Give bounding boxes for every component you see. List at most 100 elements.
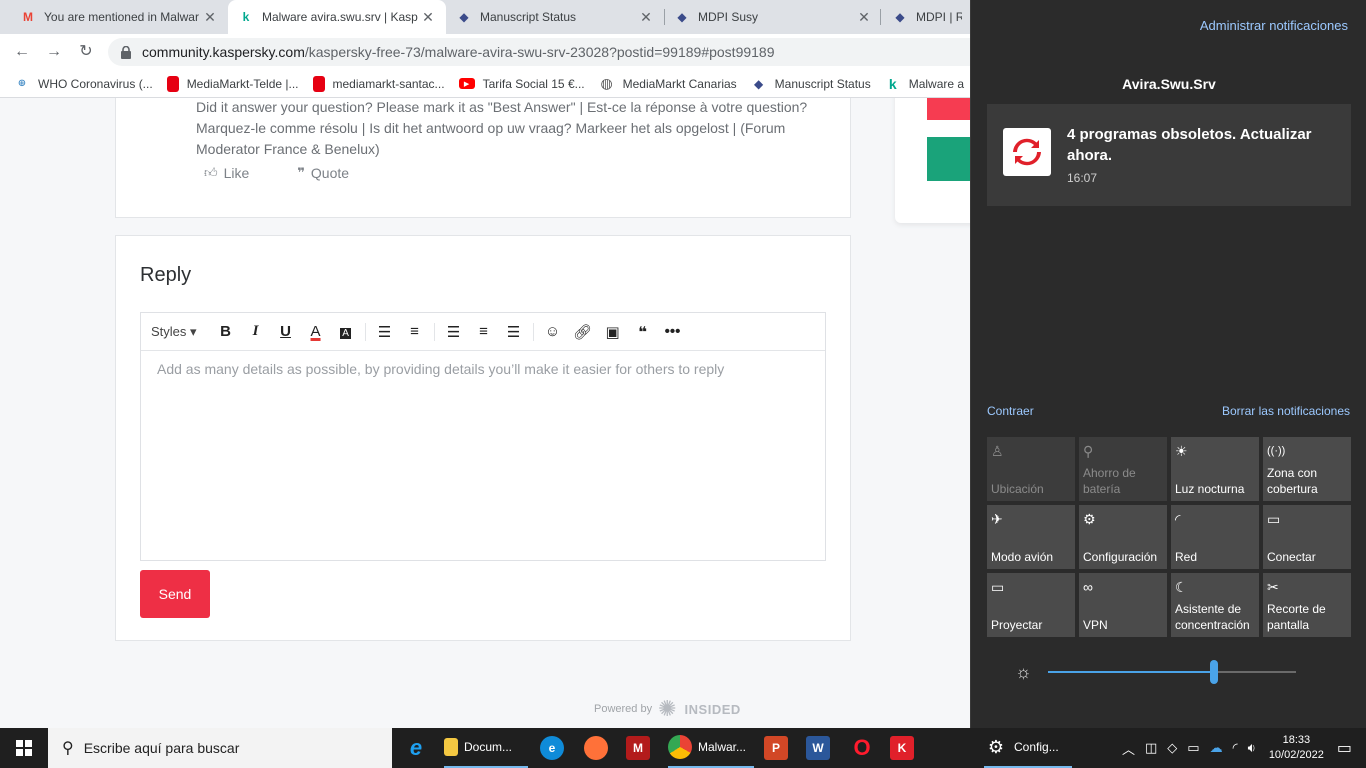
underline-icon[interactable]: U (271, 323, 301, 340)
align-center-icon[interactable]: ≡ (469, 323, 499, 340)
align-left-icon[interactable]: ☰ (439, 323, 469, 341)
bookmark-mediamarkt-telde[interactable]: MediaMarkt-Telde |... (166, 75, 299, 92)
gmail-icon: M (23, 10, 33, 24)
taskbar-edge[interactable]: e (540, 728, 570, 768)
reply-card: Reply Styles ▾ B I U A A ☰ ≡ ☰ ≡ ☰ ☺ 🔗︎ … (115, 235, 851, 641)
blockquote-icon[interactable]: ❝ (628, 323, 658, 341)
highlight-icon[interactable]: A (331, 323, 361, 340)
chevron-up-icon[interactable]: ︿ (1122, 739, 1135, 758)
tab-mdpi-rep[interactable]: ◆ MDPI | Rep (882, 0, 972, 34)
tab-gmail[interactable]: M You are mentioned in Malwar ✕ (10, 0, 228, 34)
taskbar-powerpoint[interactable]: P (764, 728, 794, 768)
forward-arrow-icon[interactable]: → (44, 42, 64, 62)
taskbar-firefox[interactable] (584, 728, 614, 768)
close-icon[interactable]: ✕ (856, 9, 872, 26)
quote-button[interactable]: ❞ Quote (297, 165, 349, 181)
styles-label: Styles (151, 323, 187, 339)
taskbar-internet-explorer[interactable]: e (404, 728, 434, 768)
quick-action-network[interactable]: ◜ Red (1171, 505, 1259, 569)
taskbar-file-explorer[interactable]: Docum... (444, 728, 528, 768)
system-tray: ︿ ◫ ◇ ▭ ☁ ◜ 🔉︎ 18:33 10/02/2022 ▭ (1117, 728, 1366, 768)
meet-now-icon[interactable]: ◫ (1145, 740, 1157, 756)
bookmark-mediamarkt-santa[interactable]: mediamarkt-santac... (312, 75, 445, 92)
mdpi-icon: ◆ (459, 10, 469, 24)
quick-action-focus-assist[interactable]: ☾ Asistente de concentración (1171, 573, 1259, 637)
taskbar-search[interactable]: ⚲ Escribe aquí para buscar (48, 728, 392, 768)
quick-action-connect[interactable]: ▭ Conectar (1263, 505, 1351, 569)
back-arrow-icon[interactable]: ← (12, 42, 32, 62)
system-clock[interactable]: 18:33 10/02/2022 (1269, 733, 1324, 763)
reply-textarea[interactable]: Add as many details as possible, by prov… (141, 351, 825, 387)
bookmark-label: MediaMarkt Canarias (622, 76, 737, 91)
bookmark-malware[interactable]: k Malware a (885, 76, 964, 92)
styles-dropdown[interactable]: Styles ▾ (151, 324, 197, 340)
bullet-list-icon[interactable]: ☰ (370, 323, 400, 341)
address-bar[interactable]: community.kaspersky.com/kaspersky-free-7… (108, 38, 988, 66)
send-button[interactable]: Send (140, 570, 210, 618)
image-icon[interactable]: ▣ (598, 323, 628, 341)
reload-icon[interactable]: ↻ (76, 42, 96, 62)
taskbar-settings[interactable]: ⚙ Config... (984, 728, 1072, 768)
close-icon[interactable]: ✕ (202, 9, 218, 26)
vpn-icon: ∞ (1083, 579, 1093, 595)
close-icon[interactable]: ✕ (420, 9, 436, 26)
quick-action-label: Ubicación (991, 482, 1044, 496)
tab-manuscript-status[interactable]: ◆ Manuscript Status ✕ (446, 0, 664, 34)
reply-title: Reply (140, 264, 192, 286)
taskbar-word[interactable]: W (806, 728, 836, 768)
clear-notifications-link[interactable]: Borrar las notificaciones (1222, 404, 1350, 418)
taskbar-chrome[interactable]: Malwar... (668, 728, 754, 768)
bookmark-manuscript-status[interactable]: ◆ Manuscript Status (751, 76, 871, 92)
quick-action-night-light[interactable]: ☀ Luz nocturna (1171, 437, 1259, 501)
text-color-icon[interactable]: A (301, 323, 331, 340)
numbered-list-icon[interactable]: ≡ (400, 323, 430, 340)
battery-icon[interactable]: ▭ (1187, 740, 1199, 756)
notification-toast[interactable]: 4 programas obsoletos. Actualizar ahora.… (987, 104, 1351, 206)
hotspot-icon: ((·)) (1267, 445, 1286, 457)
project-icon: ▭ (991, 579, 1005, 595)
bold-icon[interactable]: B (211, 323, 241, 340)
italic-icon[interactable]: I (241, 323, 271, 340)
emoji-icon[interactable]: ☺ (538, 323, 568, 340)
quick-action-hotspot[interactable]: ((·)) Zona con cobertura (1263, 437, 1351, 501)
taskbar-kaspersky[interactable]: K (890, 728, 920, 768)
brightness-thumb[interactable] (1209, 660, 1218, 684)
windows-start-button[interactable] (0, 728, 48, 768)
internet-explorer-icon: e (409, 735, 423, 760)
close-icon[interactable]: ✕ (638, 9, 654, 26)
tab-mdpi-susy[interactable]: ◆ MDPI Susy ✕ (664, 0, 882, 34)
quick-action-project[interactable]: ▭ Proyectar (987, 573, 1075, 637)
more-options-icon[interactable]: ••• (658, 323, 688, 340)
manage-notifications-link[interactable]: Administrar notificaciones (1200, 18, 1348, 33)
quick-action-settings[interactable]: ⚙ Configuración (1079, 505, 1167, 569)
wifi-icon[interactable]: ◜ (1233, 740, 1238, 756)
quick-action-label: Conectar (1267, 550, 1316, 564)
gear-icon: ⚙ (1083, 511, 1096, 527)
taskbar-label: Docum... (464, 740, 513, 754)
like-button[interactable]: 👍︎ Like (204, 165, 249, 181)
link-icon[interactable]: 🔗︎ (568, 323, 598, 341)
tab-kaspersky[interactable]: k Malware avira.swu.srv | Kasp ✕ (228, 0, 446, 34)
notification-center-icon[interactable]: ▭ (1337, 738, 1352, 758)
bookmark-tarifa-social[interactable]: ▶ Tarifa Social 15 €... (458, 77, 585, 91)
moon-icon: ☾ (1175, 579, 1188, 595)
mdpi-icon: ◆ (677, 10, 687, 24)
quick-action-screen-snip[interactable]: ✂ Recorte de pantalla (1263, 573, 1351, 637)
quick-action-battery-saver[interactable]: ⚲ Ahorro de batería (1079, 437, 1167, 501)
taskbar-mendeley[interactable]: M (626, 728, 656, 768)
onedrive-icon[interactable]: ☁ (1210, 740, 1223, 756)
brightness-slider[interactable] (1047, 660, 1296, 684)
tab-title: MDPI Susy (698, 10, 759, 24)
bookmark-who[interactable]: ⊕ WHO Coronavirus (... (14, 76, 153, 92)
collapse-link[interactable]: Contraer (987, 404, 1034, 418)
volume-icon[interactable]: 🔉︎ (1248, 740, 1256, 756)
quick-action-airplane-mode[interactable]: ✈ Modo avión (987, 505, 1075, 569)
quote-label: Quote (310, 165, 350, 181)
bookmark-mediamarkt-canarias[interactable]: ◍ MediaMarkt Canarias (599, 75, 737, 92)
align-right-icon[interactable]: ☰ (499, 323, 529, 341)
quick-action-vpn[interactable]: ∞ VPN (1079, 573, 1167, 637)
taskbar-opera[interactable]: O (850, 728, 880, 768)
dropbox-icon[interactable]: ◇ (1167, 740, 1177, 756)
insided-brand[interactable]: INSIDED (685, 702, 741, 717)
quick-action-location[interactable]: ♙ Ubicación (987, 437, 1075, 501)
